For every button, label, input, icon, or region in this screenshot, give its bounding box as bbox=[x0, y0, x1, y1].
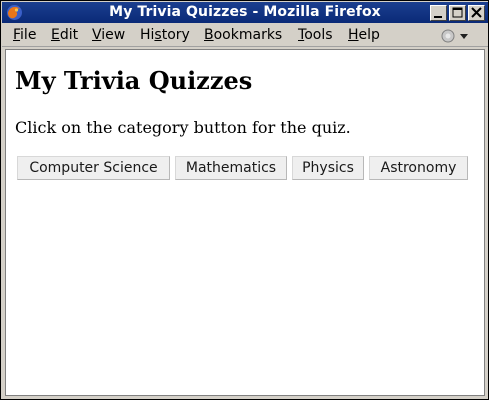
window-title: My Trivia Quizzes - Mozilla Firefox bbox=[109, 4, 381, 20]
menu-history[interactable]: History bbox=[140, 27, 190, 43]
category-button-mathematics[interactable]: Mathematics bbox=[175, 156, 287, 180]
menu-file[interactable]: File bbox=[13, 27, 36, 43]
page-content: My Trivia Quizzes Click on the category … bbox=[5, 49, 485, 396]
menu-tools[interactable]: Tools bbox=[298, 27, 333, 43]
menu-edit[interactable]: Edit bbox=[51, 27, 78, 43]
category-button-physics[interactable]: Physics bbox=[292, 156, 364, 180]
page-description: Click on the category button for the qui… bbox=[15, 118, 351, 137]
category-button-astronomy[interactable]: Astronomy bbox=[369, 156, 468, 180]
throbber-icon bbox=[441, 29, 468, 43]
minimize-button[interactable] bbox=[430, 5, 447, 21]
maximize-icon bbox=[452, 7, 463, 18]
page-title: My Trivia Quizzes bbox=[15, 66, 253, 95]
menu-bookmarks[interactable]: Bookmarks bbox=[204, 27, 282, 43]
menu-help[interactable]: Help bbox=[348, 27, 380, 43]
menu-bar: File Edit View History Bookmarks Tools H… bbox=[2, 23, 488, 47]
title-bar: My Trivia Quizzes - Mozilla Firefox bbox=[2, 2, 488, 23]
throbber-menu[interactable] bbox=[440, 27, 474, 44]
close-icon bbox=[471, 7, 482, 18]
category-button-computer-science[interactable]: Computer Science bbox=[17, 156, 170, 180]
menu-view[interactable]: View bbox=[92, 27, 125, 43]
maximize-button[interactable] bbox=[449, 5, 466, 21]
close-button[interactable] bbox=[468, 5, 485, 21]
minimize-icon bbox=[434, 16, 442, 18]
browser-window: My Trivia Quizzes - Mozilla Firefox File… bbox=[0, 0, 489, 400]
